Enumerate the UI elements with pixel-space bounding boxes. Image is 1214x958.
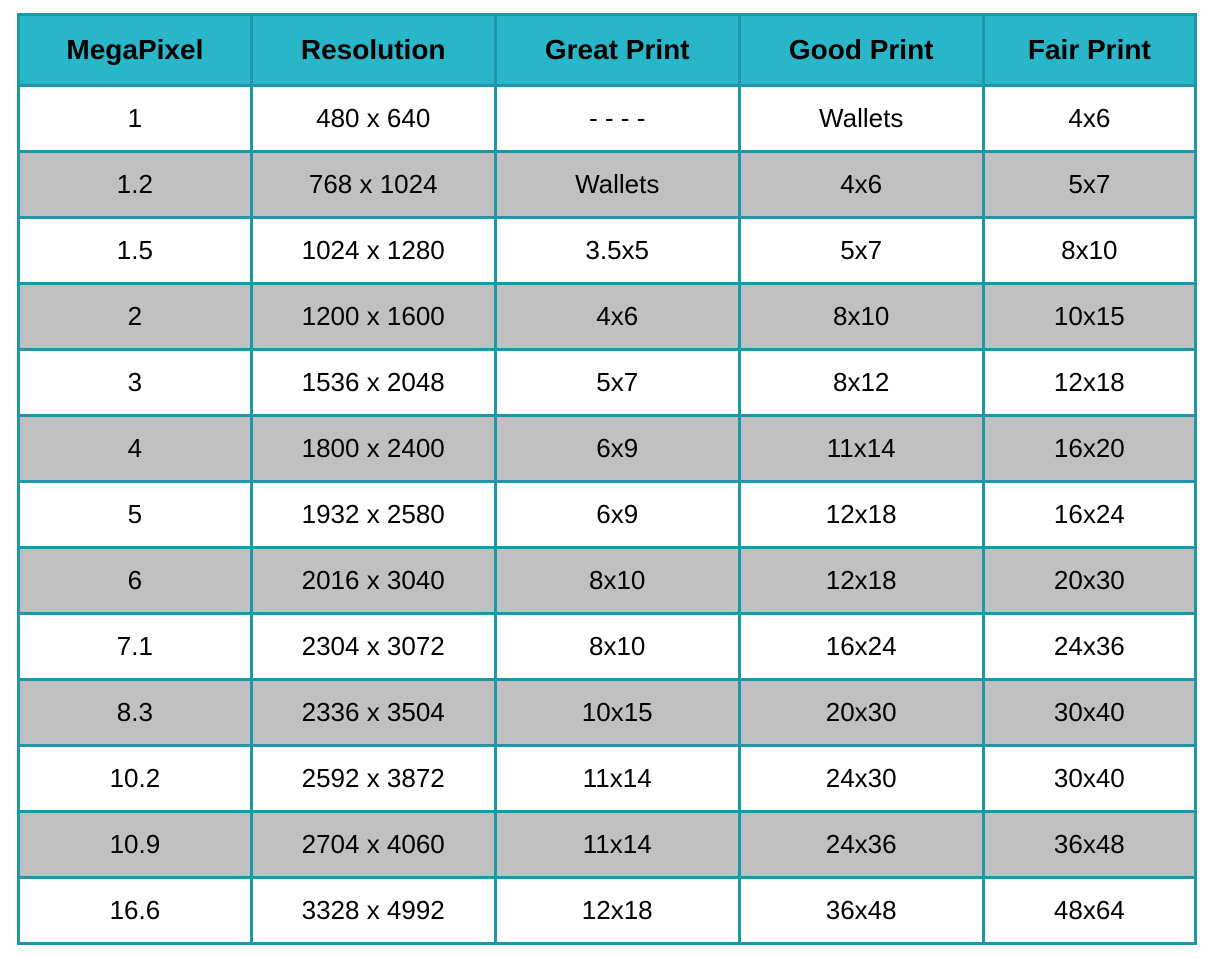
cell-great: 11x14 xyxy=(495,812,739,878)
cell-fair: 16x20 xyxy=(983,416,1195,482)
cell-fair: 5x7 xyxy=(983,152,1195,218)
cell-megapixel: 2 xyxy=(19,284,252,350)
cell-great: - - - - xyxy=(495,86,739,152)
cell-resolution: 3328 x 4992 xyxy=(251,878,495,944)
cell-good: 24x30 xyxy=(739,746,983,812)
cell-resolution: 1024 x 1280 xyxy=(251,218,495,284)
cell-good: 16x24 xyxy=(739,614,983,680)
cell-resolution: 2304 x 3072 xyxy=(251,614,495,680)
cell-fair: 20x30 xyxy=(983,548,1195,614)
cell-megapixel: 10.2 xyxy=(19,746,252,812)
cell-good: 4x6 xyxy=(739,152,983,218)
cell-resolution: 1536 x 2048 xyxy=(251,350,495,416)
cell-great: 5x7 xyxy=(495,350,739,416)
header-good-print: Good Print xyxy=(739,15,983,86)
table-row: 41800 x 24006x911x1416x20 xyxy=(19,416,1196,482)
cell-megapixel: 10.9 xyxy=(19,812,252,878)
cell-great: 11x14 xyxy=(495,746,739,812)
cell-megapixel: 7.1 xyxy=(19,614,252,680)
cell-fair: 10x15 xyxy=(983,284,1195,350)
table-row: 16.63328 x 499212x1836x4848x64 xyxy=(19,878,1196,944)
cell-fair: 8x10 xyxy=(983,218,1195,284)
cell-good: 24x36 xyxy=(739,812,983,878)
cell-great: 10x15 xyxy=(495,680,739,746)
header-row: MegaPixel Resolution Great Print Good Pr… xyxy=(19,15,1196,86)
cell-great: Wallets xyxy=(495,152,739,218)
cell-resolution: 1932 x 2580 xyxy=(251,482,495,548)
table-row: 62016 x 30408x1012x1820x30 xyxy=(19,548,1196,614)
cell-megapixel: 5 xyxy=(19,482,252,548)
table-row: 7.12304 x 30728x1016x2424x36 xyxy=(19,614,1196,680)
cell-resolution: 2592 x 3872 xyxy=(251,746,495,812)
table-row: 1.2768 x 1024Wallets4x65x7 xyxy=(19,152,1196,218)
table-container: MegaPixel Resolution Great Print Good Pr… xyxy=(7,3,1207,955)
cell-megapixel: 16.6 xyxy=(19,878,252,944)
cell-great: 12x18 xyxy=(495,878,739,944)
table-row: 10.22592 x 387211x1424x3030x40 xyxy=(19,746,1196,812)
cell-good: 11x14 xyxy=(739,416,983,482)
cell-fair: 4x6 xyxy=(983,86,1195,152)
cell-megapixel: 3 xyxy=(19,350,252,416)
cell-good: Wallets xyxy=(739,86,983,152)
cell-resolution: 2336 x 3504 xyxy=(251,680,495,746)
cell-good: 12x18 xyxy=(739,482,983,548)
table-row: 8.32336 x 350410x1520x3030x40 xyxy=(19,680,1196,746)
header-megapixel: MegaPixel xyxy=(19,15,252,86)
cell-good: 8x10 xyxy=(739,284,983,350)
table-row: 31536 x 20485x78x1212x18 xyxy=(19,350,1196,416)
cell-good: 36x48 xyxy=(739,878,983,944)
table-row: 21200 x 16004x68x1010x15 xyxy=(19,284,1196,350)
header-great-print: Great Print xyxy=(495,15,739,86)
cell-resolution: 1200 x 1600 xyxy=(251,284,495,350)
cell-megapixel: 1 xyxy=(19,86,252,152)
cell-resolution: 768 x 1024 xyxy=(251,152,495,218)
table-row: 10.92704 x 406011x1424x3636x48 xyxy=(19,812,1196,878)
cell-great: 4x6 xyxy=(495,284,739,350)
cell-resolution: 1800 x 2400 xyxy=(251,416,495,482)
cell-megapixel: 6 xyxy=(19,548,252,614)
cell-good: 20x30 xyxy=(739,680,983,746)
cell-fair: 36x48 xyxy=(983,812,1195,878)
print-quality-table: MegaPixel Resolution Great Print Good Pr… xyxy=(17,13,1197,945)
table-row: 51932 x 25806x912x1816x24 xyxy=(19,482,1196,548)
table-row: 1480 x 640- - - -Wallets4x6 xyxy=(19,86,1196,152)
table-row: 1.51024 x 12803.5x55x78x10 xyxy=(19,218,1196,284)
cell-good: 5x7 xyxy=(739,218,983,284)
cell-fair: 48x64 xyxy=(983,878,1195,944)
header-fair-print: Fair Print xyxy=(983,15,1195,86)
cell-megapixel: 8.3 xyxy=(19,680,252,746)
cell-megapixel: 1.5 xyxy=(19,218,252,284)
table-body: 1480 x 640- - - -Wallets4x61.2768 x 1024… xyxy=(19,86,1196,944)
cell-resolution: 2016 x 3040 xyxy=(251,548,495,614)
cell-good: 8x12 xyxy=(739,350,983,416)
cell-fair: 30x40 xyxy=(983,680,1195,746)
header-resolution: Resolution xyxy=(251,15,495,86)
cell-resolution: 480 x 640 xyxy=(251,86,495,152)
cell-great: 8x10 xyxy=(495,614,739,680)
cell-great: 6x9 xyxy=(495,482,739,548)
cell-great: 3.5x5 xyxy=(495,218,739,284)
cell-resolution: 2704 x 4060 xyxy=(251,812,495,878)
cell-great: 6x9 xyxy=(495,416,739,482)
cell-megapixel: 4 xyxy=(19,416,252,482)
cell-megapixel: 1.2 xyxy=(19,152,252,218)
cell-fair: 24x36 xyxy=(983,614,1195,680)
cell-fair: 16x24 xyxy=(983,482,1195,548)
cell-fair: 30x40 xyxy=(983,746,1195,812)
cell-great: 8x10 xyxy=(495,548,739,614)
cell-fair: 12x18 xyxy=(983,350,1195,416)
cell-good: 12x18 xyxy=(739,548,983,614)
